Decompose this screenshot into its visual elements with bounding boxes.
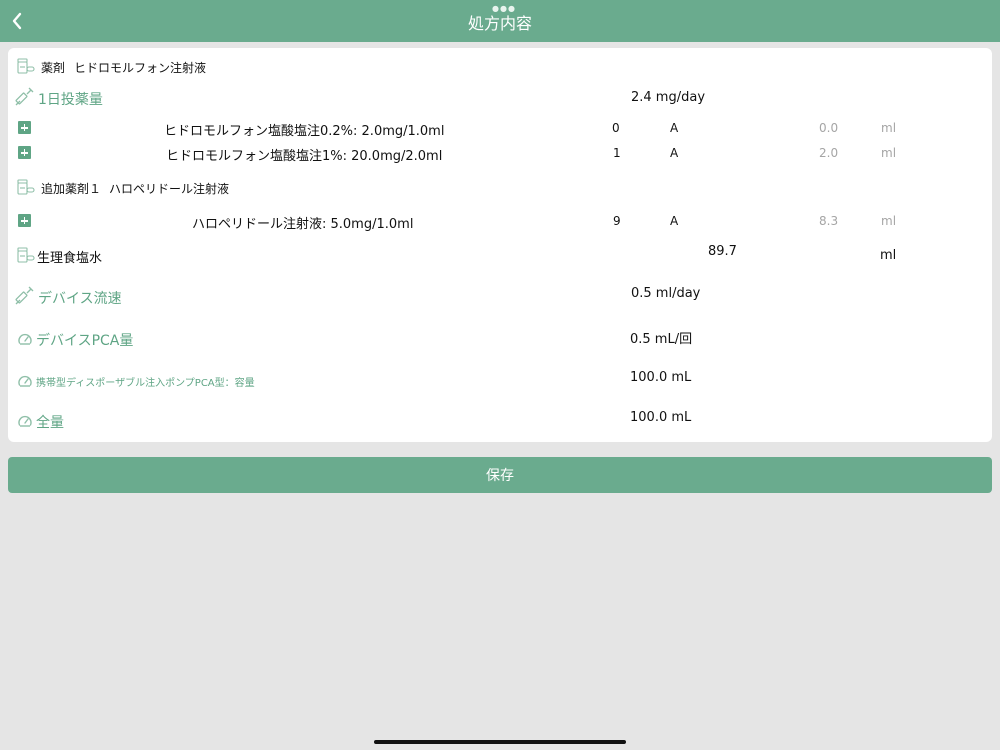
additional-drug-label: 追加薬剤１ [41,182,102,196]
gauge-icon [18,333,32,345]
device-pca-value[interactable]: 0.5 mL/回 [630,328,692,347]
daily-dose-value: 2.4 mg/day [631,90,706,105]
add-drug-item-button[interactable] [18,146,31,159]
device-pca-label: デバイスPCA量 [36,333,134,349]
saline-unit: ml [880,248,897,263]
device-flow-label: デバイス流速 [38,291,122,307]
home-indicator [374,740,626,744]
total-value: 100.0 mL [630,410,692,425]
daily-dose-label: 1日投薬量 [38,92,103,108]
drug-item-volume: 0.0 [819,121,839,135]
additional-item-count[interactable]: 9 [613,214,621,228]
add-additional-item-button[interactable] [18,214,31,227]
drug-label: 薬剤 [41,61,66,75]
drug-item-count[interactable]: 0 [612,121,620,135]
pump-capacity-label: 携帯型ディスポーザブル注入ポンプPCA型：容量 [36,378,255,389]
additional-item-name: ハロペリドール注射液: 5.0mg/1.0ml [192,217,414,232]
gauge-icon [18,415,32,427]
drug-item-volume-unit: ml [881,146,897,160]
syringe-icon [15,87,34,106]
drug-name: ヒドロモルフォン注射液 [74,61,207,75]
page-title: 処方内容 [467,14,532,33]
medicine-bottle-icon [17,247,35,263]
saline-label: 生理食塩水 [37,251,103,266]
syringe-icon [15,286,34,305]
additional-item-volume-unit: ml [881,214,897,228]
additional-drug-name: ハロペリドール注射液 [109,182,230,196]
medicine-bottle-icon [17,58,35,74]
drug-item-name: ヒドロモルフォン塩酸塩注1%: 20.0mg/2.0ml [166,149,443,164]
device-flow-value[interactable]: 0.5 ml/day [631,286,700,301]
total-label: 全量 [36,415,64,431]
additional-item-unit: A [670,214,679,228]
drug-item-unit: A [670,121,679,135]
additional-item-volume: 8.3 [819,214,839,228]
nav-bar: ●●● 処方内容 [0,0,1000,42]
pump-capacity-value[interactable]: 100.0 mL [630,370,691,385]
add-drug-item-button[interactable] [18,121,31,134]
medicine-bottle-icon [17,179,35,195]
save-button[interactable]: 保存 [8,457,992,493]
drug-item-volume-unit: ml [881,121,897,135]
gauge-icon [18,375,32,387]
saline-value[interactable]: 89.7 [708,244,737,259]
drug-item-volume: 2.0 [819,146,839,160]
drug-item-count[interactable]: 1 [613,146,621,160]
prescription-card: 薬剤 ヒドロモルフォン注射液 1日投薬量 2.4 mg/day ヒドロモルフォン… [8,48,992,442]
drug-item-unit: A [670,146,679,160]
drug-item-name: ヒドロモルフォン塩酸塩注0.2%: 2.0mg/1.0ml [164,124,445,139]
